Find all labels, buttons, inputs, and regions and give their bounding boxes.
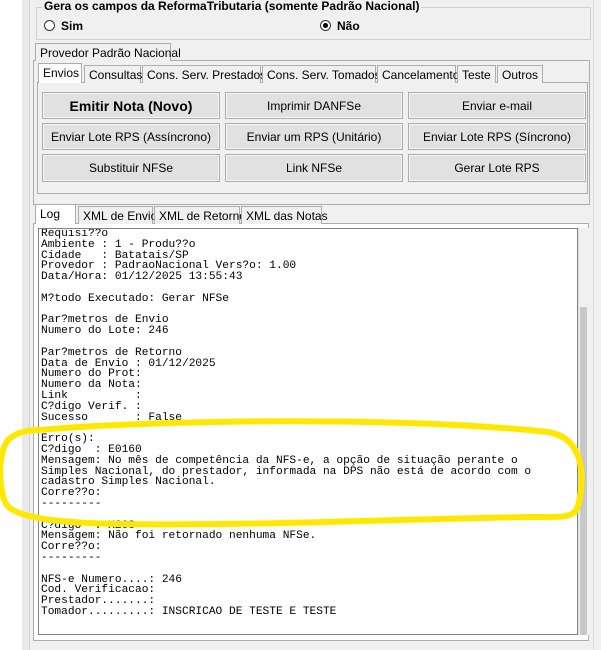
radio-sim[interactable] <box>44 20 55 31</box>
log-memo[interactable]: Requisi??o Ambiente : 1 - Produ??o Cidad… <box>38 228 578 635</box>
tab-cancelamento[interactable]: Cancelamento <box>377 65 459 83</box>
tab-xml-envio[interactable]: XML de Envio <box>78 206 157 224</box>
tab-cons-serv-tomados[interactable]: Cons. Serv. Tomados <box>262 65 381 83</box>
radio-nao-label[interactable]: Não <box>337 19 360 33</box>
gerar-lote-rps-button[interactable]: Gerar Lote RPS <box>408 154 586 182</box>
enviar-lote-sync-button[interactable]: Enviar Lote RPS (Síncrono) <box>408 123 586 150</box>
link-nfse-button[interactable]: Link NFSe <box>225 154 403 182</box>
tab-teste[interactable]: Teste <box>457 65 496 83</box>
tab-outros[interactable]: Outros <box>497 65 543 83</box>
enviar-rps-unitario-button[interactable]: Enviar um RPS (Unitário) <box>225 123 403 150</box>
tab-xml-notas[interactable]: XML das Notas <box>241 206 328 224</box>
tab-cons-serv-prestados[interactable]: Cons. Serv. Prestados <box>142 65 266 83</box>
radio-sim-label[interactable]: Sim <box>61 19 83 33</box>
scrollbar-thumb[interactable] <box>580 307 587 635</box>
radio-nao[interactable] <box>320 20 331 31</box>
enviar-lote-async-button[interactable]: Enviar Lote RPS (Assíncrono) <box>42 123 220 150</box>
tab-log[interactable]: Log <box>35 204 76 224</box>
log-text: Requisi??o Ambiente : 1 - Produ??o Cidad… <box>41 228 532 618</box>
reforma-group-title: Gera os campos da ReformaTributaria (som… <box>42 0 422 13</box>
tab-provedor-padrao-nacional[interactable]: Provedor Padrão Nacional <box>35 43 181 61</box>
enviar-email-button[interactable]: Enviar e-mail <box>408 92 586 119</box>
tab-xml-retorno[interactable]: XML de Retorno <box>154 206 246 224</box>
emitir-nota-button[interactable]: Emitir Nota (Novo) <box>42 92 220 119</box>
left-edge-strip <box>22 0 30 650</box>
tab-consultas[interactable]: Consultas <box>84 65 142 83</box>
tab-envios[interactable]: Envios <box>38 63 82 83</box>
substituir-nfse-button[interactable]: Substituir NFSe <box>42 154 220 182</box>
right-edge-strip <box>593 0 601 650</box>
imprimir-danfse-button[interactable]: Imprimir DANFSe <box>225 92 403 119</box>
